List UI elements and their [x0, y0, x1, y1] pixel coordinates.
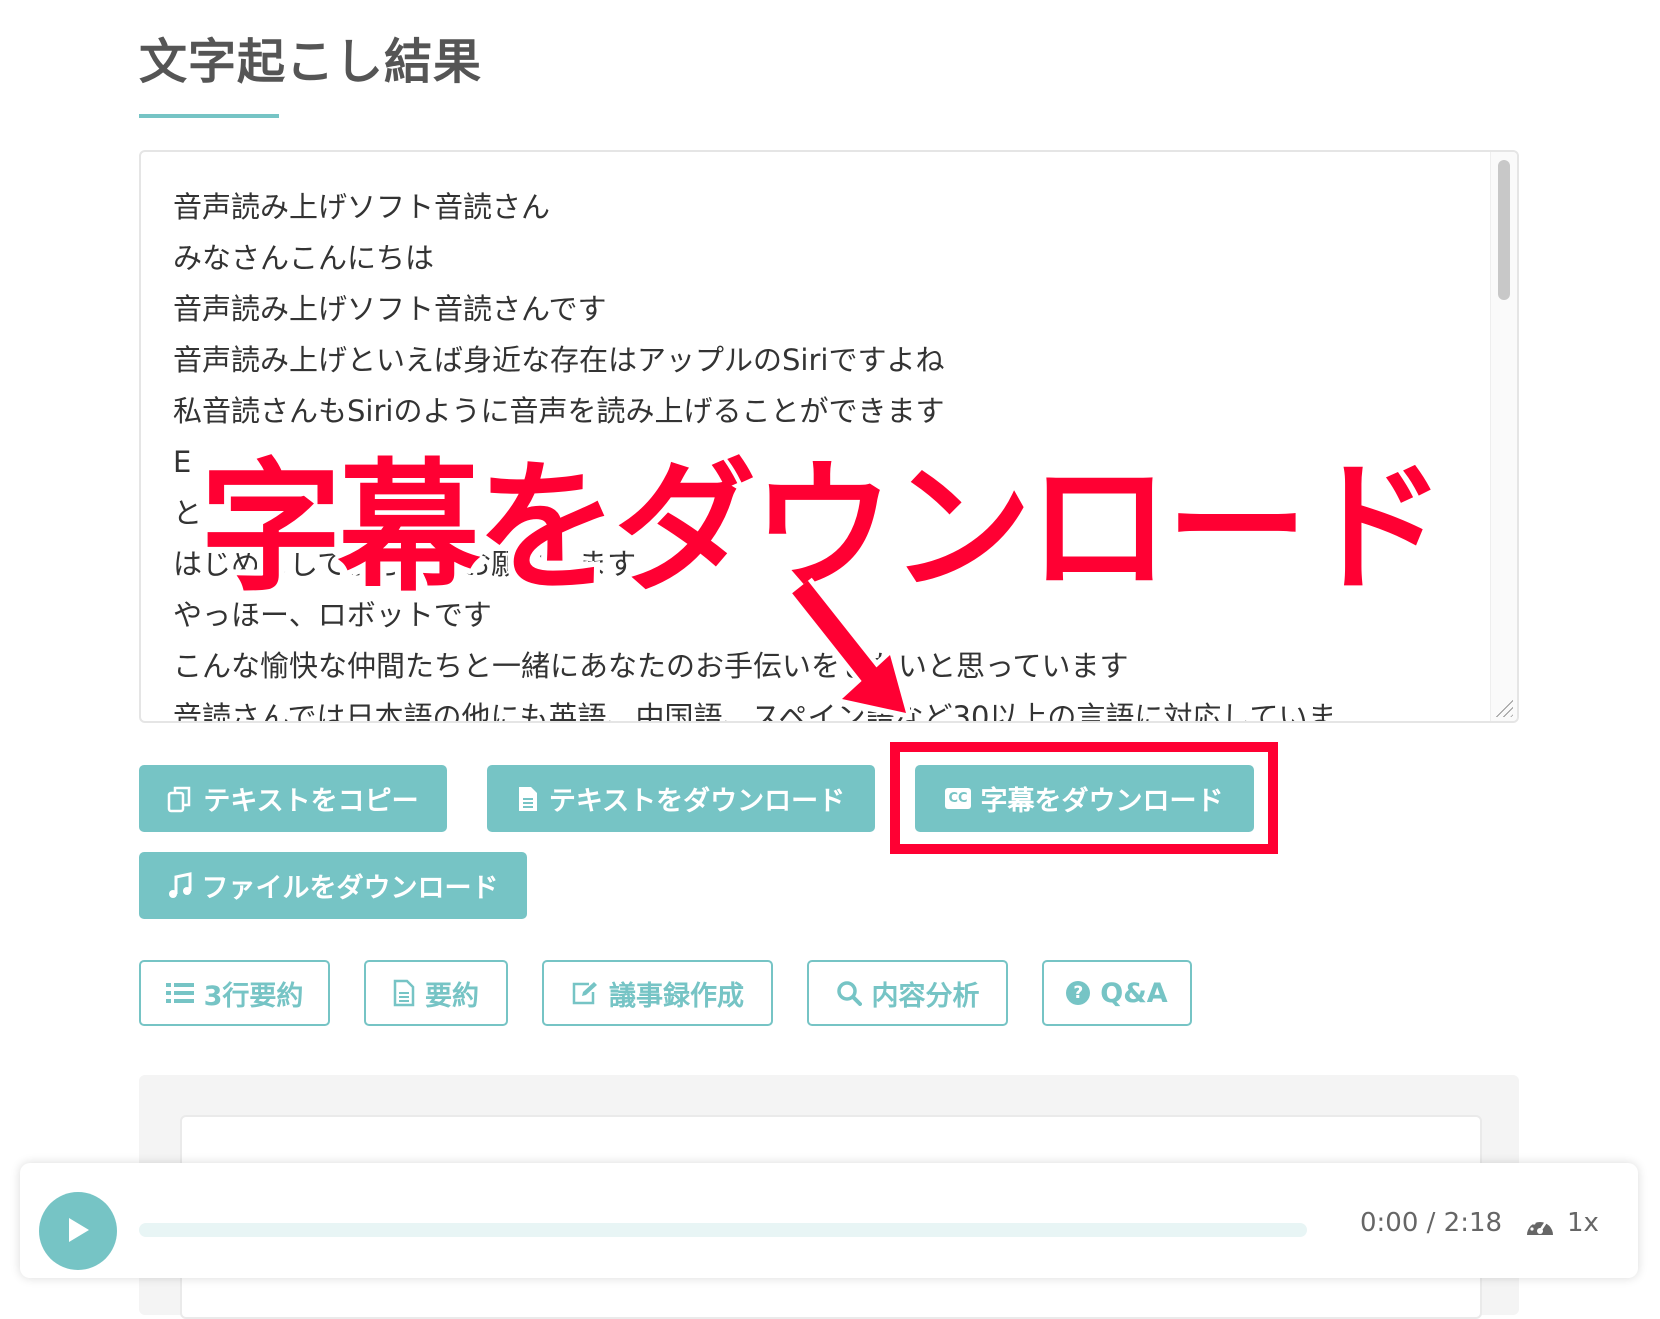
minutes-button[interactable]: 議事録作成 — [542, 960, 773, 1026]
document-icon — [393, 979, 415, 1007]
time-display: 0:00 / 2:18 — [1360, 1208, 1503, 1238]
summary-label: 要約 — [425, 980, 479, 1012]
download-text-label: テキストをダウンロード — [548, 786, 846, 817]
transcript-line: 音声読み上げソフト音読さんです — [173, 292, 607, 326]
transcript-line: 音声読み上げといえば身近な存在はアップルのSiriですよね — [173, 343, 945, 377]
annotation-arrow-icon — [788, 577, 911, 718]
download-text-button[interactable]: テキストをダウンロード — [487, 765, 875, 832]
textarea-scrollbar[interactable] — [1490, 152, 1517, 721]
content-analysis-button[interactable]: 内容分析 — [807, 960, 1008, 1026]
download-file-label: ファイルをダウンロード — [201, 873, 499, 904]
qa-button[interactable]: ? Q&A — [1042, 960, 1192, 1026]
summary-3lines-label: 3行要約 — [203, 980, 304, 1012]
play-icon — [65, 1216, 91, 1247]
audio-player: 0:00 / 2:18 1x — [20, 1163, 1638, 1278]
music-note-icon — [168, 871, 192, 900]
copy-text-button[interactable]: テキストをコピー — [139, 765, 447, 832]
question-mark: ? — [1066, 981, 1091, 1005]
qa-label: Q&A — [1100, 977, 1168, 1009]
download-file-button[interactable]: ファイルをダウンロード — [139, 852, 527, 919]
title-underline — [139, 114, 279, 118]
transcript-line: 音声読み上げソフト音読さん — [173, 190, 551, 224]
annotation-highlight-box — [890, 742, 1278, 854]
content-analysis-label: 内容分析 — [871, 980, 980, 1012]
scrollbar-thumb[interactable] — [1498, 160, 1510, 300]
speedometer-icon[interactable] — [1525, 1213, 1555, 1243]
progress-bar[interactable] — [139, 1223, 1307, 1237]
copy-text-label: テキストをコピー — [203, 786, 419, 817]
summary-3lines-button[interactable]: 3行要約 — [139, 960, 330, 1026]
edit-icon — [571, 980, 599, 1006]
summary-button[interactable]: 要約 — [364, 960, 508, 1026]
search-icon — [836, 980, 862, 1006]
play-button[interactable] — [39, 1192, 117, 1270]
playback-speed[interactable]: 1x — [1567, 1208, 1599, 1238]
page-title: 文字起こし結果 — [139, 34, 483, 90]
list-icon — [165, 982, 194, 1004]
transcript-line: みなさんこんにちは — [173, 241, 435, 275]
minutes-label: 議事録作成 — [609, 980, 744, 1012]
file-text-icon — [517, 785, 539, 813]
question-circle-icon: ? — [1066, 981, 1091, 1005]
copy-icon — [167, 785, 193, 813]
